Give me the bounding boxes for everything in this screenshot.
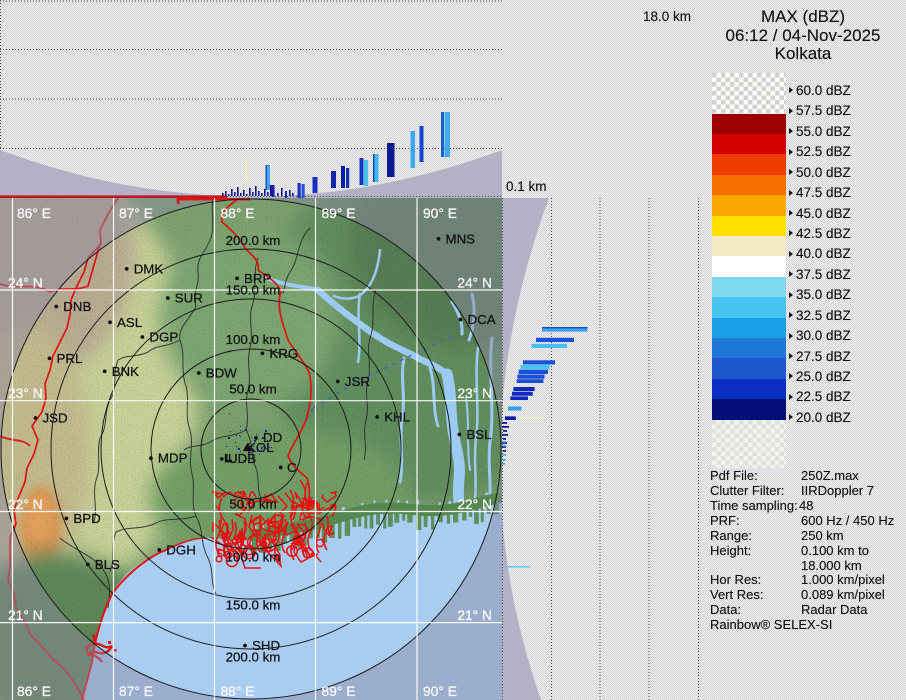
svg-text:DGH: DGH (166, 542, 196, 557)
svg-text:BSL: BSL (466, 427, 491, 442)
svg-text:DMK: DMK (134, 261, 164, 276)
svg-text:JSR: JSR (345, 374, 370, 389)
svg-text:87° E: 87° E (119, 206, 153, 221)
svg-text:24° N: 24° N (8, 276, 43, 291)
svg-text:50.0 km: 50.0 km (229, 497, 276, 512)
svg-text:22° N: 22° N (457, 497, 492, 512)
svg-text:89° E: 89° E (322, 684, 356, 699)
svg-text:JSD: JSD (43, 411, 68, 426)
svg-text:21° N: 21° N (8, 608, 43, 623)
svg-text:MNS: MNS (446, 231, 476, 246)
svg-text:DCA: DCA (468, 312, 496, 327)
svg-text:SUR: SUR (175, 291, 203, 306)
svg-text:BDW: BDW (206, 366, 237, 381)
svg-text:90° E: 90° E (423, 684, 457, 699)
svg-text:87° E: 87° E (119, 684, 153, 699)
svg-text:88° E: 88° E (221, 684, 255, 699)
svg-text:100.0 km: 100.0 km (226, 332, 281, 347)
svg-text:KHL: KHL (384, 409, 410, 424)
svg-text:100.0 km: 100.0 km (226, 550, 281, 565)
svg-text:KRG: KRG (269, 346, 298, 361)
svg-text:150.0 km: 150.0 km (226, 598, 281, 613)
svg-text:DNB: DNB (63, 299, 91, 314)
svg-text:22° N: 22° N (8, 497, 43, 512)
svg-text:MDP: MDP (158, 451, 188, 466)
svg-text:86° E: 86° E (17, 684, 51, 699)
svg-text:23° N: 23° N (457, 386, 492, 401)
svg-text:24° N: 24° N (457, 276, 492, 291)
svg-text:88° E: 88° E (221, 206, 255, 221)
svg-text:ASL: ASL (117, 315, 142, 330)
svg-text:C: C (287, 460, 297, 475)
svg-text:UDB: UDB (228, 451, 256, 466)
svg-text:200.0 km: 200.0 km (226, 233, 281, 248)
svg-text:BNK: BNK (112, 364, 139, 379)
svg-text:21° N: 21° N (457, 608, 492, 623)
svg-text:89° E: 89° E (322, 206, 356, 221)
svg-text:BRP: BRP (244, 271, 271, 286)
svg-text:90° E: 90° E (423, 206, 457, 221)
svg-text:BLS: BLS (95, 557, 120, 572)
svg-text:86° E: 86° E (17, 206, 51, 221)
svg-text:50.0 km: 50.0 km (229, 382, 276, 397)
svg-text:PRL: PRL (57, 351, 83, 366)
svg-text:DGP: DGP (149, 330, 178, 345)
svg-text:23° N: 23° N (8, 386, 43, 401)
svg-text:SHD: SHD (252, 638, 280, 653)
svg-text:BPD: BPD (73, 511, 100, 526)
